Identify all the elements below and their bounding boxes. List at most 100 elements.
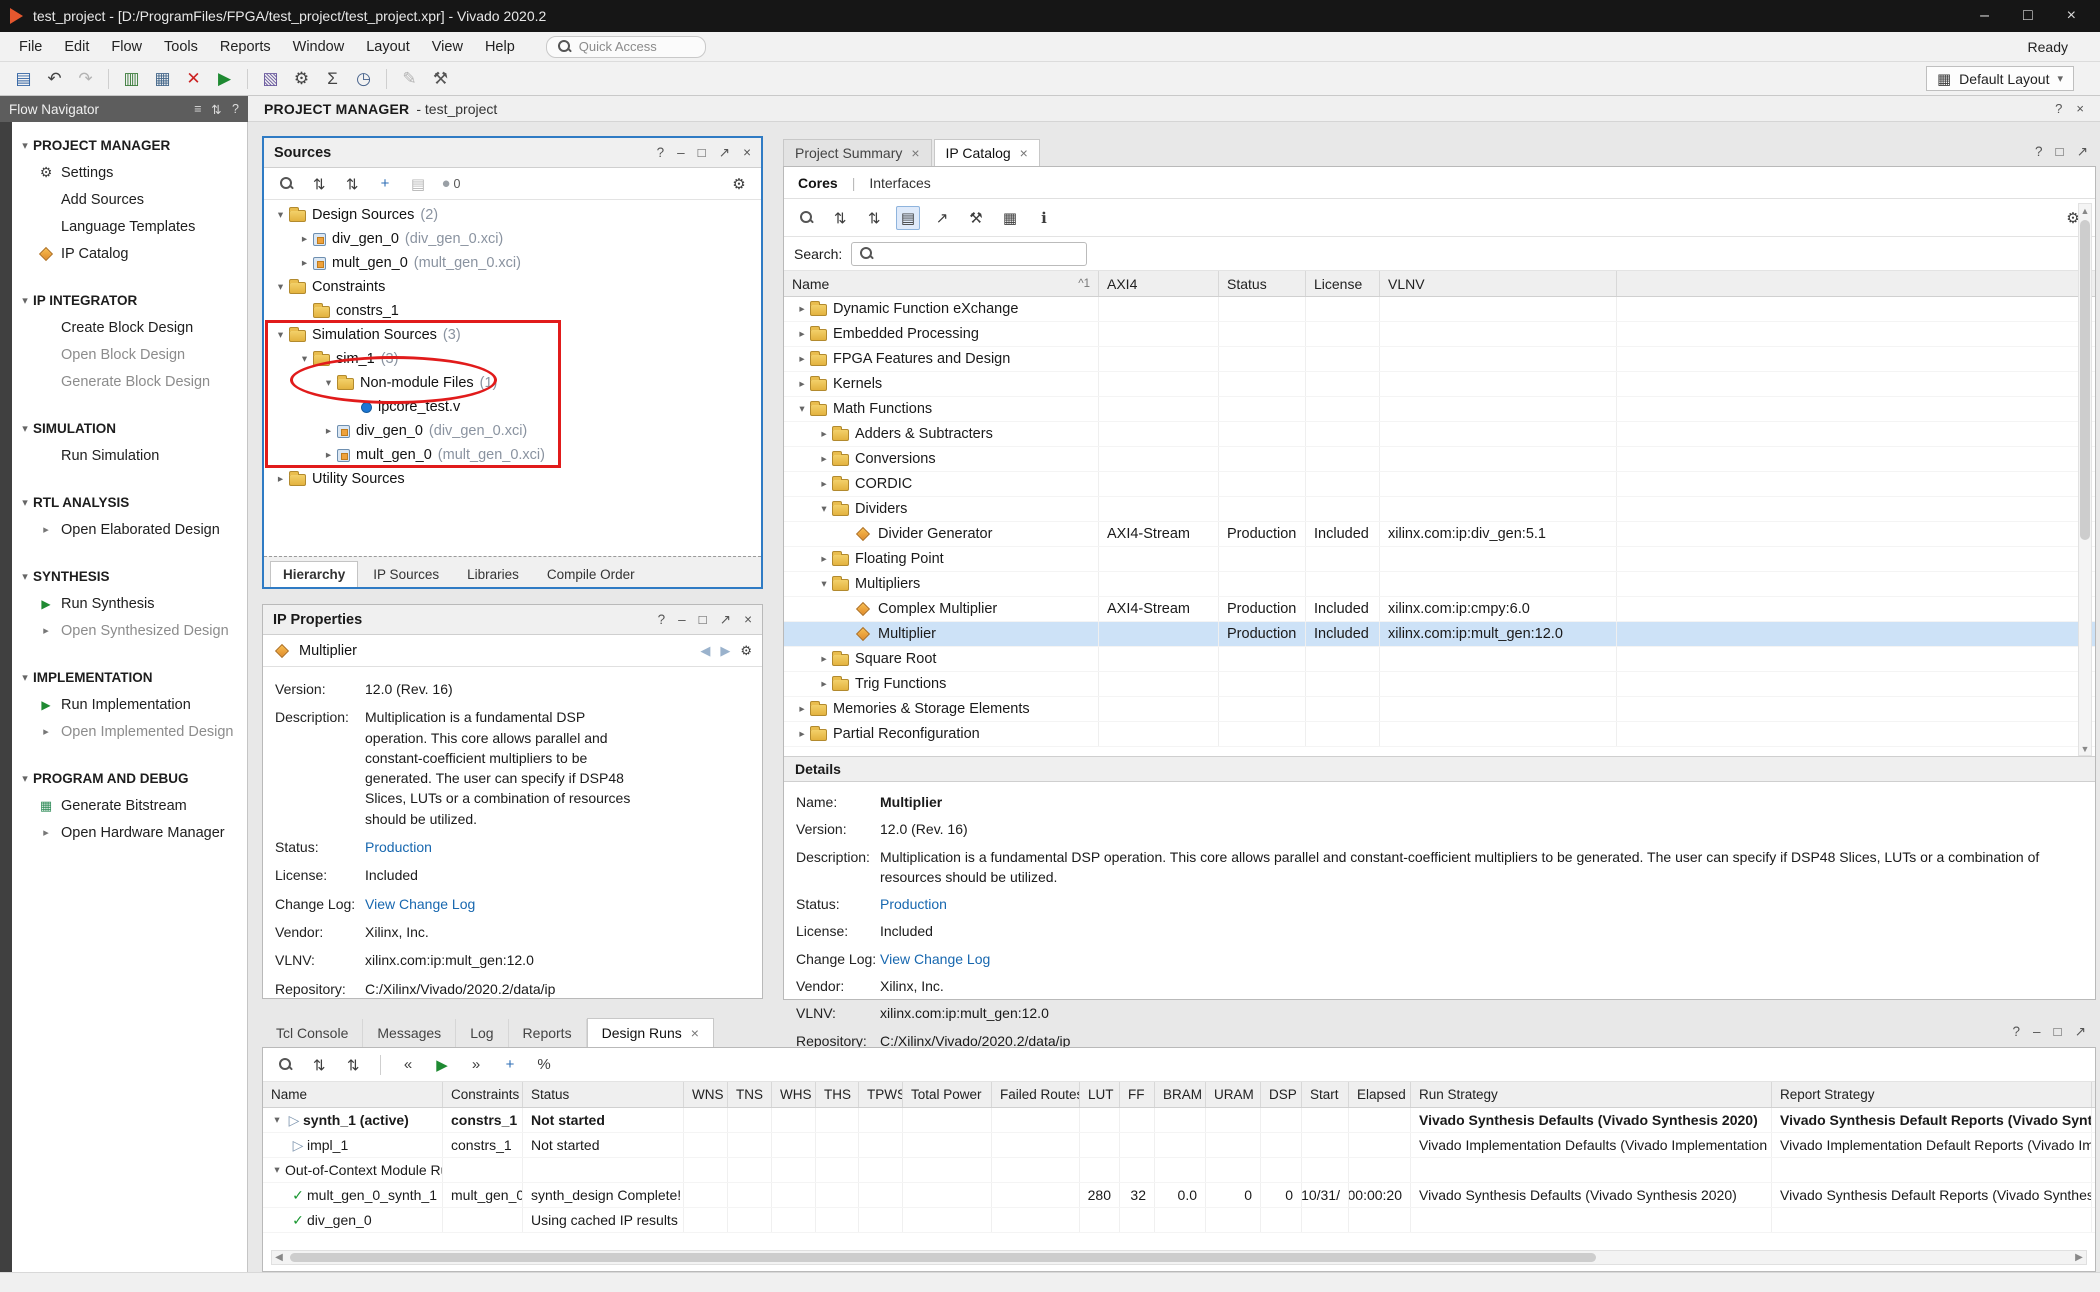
subtab-interfaces[interactable]: Interfaces (867, 175, 932, 191)
scrollbar-thumb[interactable] (2080, 220, 2090, 540)
chevron-right-icon[interactable]: ▸ (816, 428, 832, 440)
run-button[interactable]: ▶ (211, 66, 238, 92)
add-sources-button[interactable]: + (373, 172, 397, 196)
chevron-right-icon[interactable]: ▸ (816, 453, 832, 465)
help-icon[interactable]: ? (2035, 144, 2043, 160)
minimize-icon[interactable]: – (678, 612, 686, 628)
flow-item-open-synthesized-design[interactable]: ▸Open Synthesized Design (12, 617, 247, 644)
gear-icon[interactable]: ⚙ (740, 643, 752, 659)
chevron-right-icon[interactable]: ▸ (794, 378, 810, 390)
column-header-name[interactable]: Name^1 (784, 271, 1099, 296)
subtab-cores[interactable]: Cores (796, 175, 840, 191)
collapsed-panel-gutter[interactable] (0, 122, 12, 1272)
gear-icon[interactable]: ⚙ (727, 172, 751, 196)
chevron-down-icon[interactable]: ▾ (794, 403, 810, 415)
menu-icon[interactable]: ≡ (194, 102, 201, 117)
maximize-icon[interactable]: □ (2054, 1024, 2062, 1040)
tab-ip-sources[interactable]: IP Sources (360, 561, 452, 587)
catalog-item-divider-generator[interactable]: Divider GeneratorAXI4-StreamProductionIn… (784, 522, 2095, 547)
tab-compile-order[interactable]: Compile Order (534, 561, 648, 587)
chevron-down-icon[interactable]: ▾ (320, 377, 337, 389)
chevron-right-icon[interactable]: ▸ (296, 257, 313, 269)
chevron-right-icon[interactable]: ▸ (816, 478, 832, 490)
minimize-button[interactable]: – (1980, 7, 1989, 25)
flow-section-header[interactable]: ▾PROGRAM AND DEBUG (12, 765, 247, 792)
undo-button[interactable]: ↶ (41, 66, 68, 92)
column-header-start[interactable]: Start (1302, 1082, 1349, 1107)
field-value[interactable]: Production (365, 837, 637, 857)
menu-window[interactable]: Window (282, 35, 356, 59)
flow-item-create-block-design[interactable]: Create Block Design (12, 314, 247, 341)
column-header-vlnv[interactable]: VLNV (1380, 271, 1617, 296)
scroll-left-icon[interactable]: ◀ (272, 1251, 286, 1264)
column-header-license[interactable]: License (1306, 271, 1380, 296)
flow-section-header[interactable]: ▾IMPLEMENTATION (12, 664, 247, 691)
redo-button[interactable]: ↷ (72, 66, 99, 92)
column-header-ths[interactable]: THS (816, 1082, 859, 1107)
chevron-right-icon[interactable]: ▸ (816, 553, 832, 565)
float-icon[interactable]: ↗ (719, 145, 730, 161)
search-button[interactable] (273, 1053, 297, 1077)
chevron-down-icon[interactable]: ▾ (272, 281, 289, 293)
flow-item-settings[interactable]: ⚙Settings (12, 159, 247, 186)
settings-button[interactable]: ⚙ (288, 66, 315, 92)
flow-item-open-elaborated-design[interactable]: ▸Open Elaborated Design (12, 516, 247, 543)
quick-access-search[interactable]: Quick Access (546, 36, 706, 58)
column-header-whs[interactable]: WHS (772, 1082, 816, 1107)
float-icon[interactable]: ↗ (720, 612, 731, 628)
close-icon[interactable]: × (691, 1025, 699, 1041)
help-icon[interactable]: ? (657, 145, 665, 161)
group-by-category-button[interactable]: ▤ (896, 206, 920, 230)
column-header-tns[interactable]: TNS (728, 1082, 772, 1107)
source-item-mult-gen-0[interactable]: ▸mult_gen_0(mult_gen_0.xci) (264, 251, 761, 275)
chevron-right-icon[interactable]: ▸ (296, 233, 313, 245)
catalog-item-embedded-processing[interactable]: ▸Embedded Processing (784, 322, 2095, 347)
tab-messages[interactable]: Messages (363, 1019, 456, 1047)
reset-runs-button[interactable]: « (396, 1053, 420, 1077)
back-button[interactable]: ◀ (700, 643, 710, 659)
chevron-down-icon[interactable]: ▾ (272, 209, 289, 221)
source-item-constraints[interactable]: ▾Constraints (264, 275, 761, 299)
chevron-right-icon[interactable]: ▸ (320, 425, 337, 437)
chevron-right-icon[interactable]: ▸ (794, 728, 810, 740)
create-run-button[interactable]: + (498, 1053, 522, 1077)
column-header-dsp[interactable]: DSP (1261, 1082, 1302, 1107)
column-header-report-strategy[interactable]: Report Strategy (1772, 1082, 2092, 1107)
forward-button[interactable]: ▶ (720, 643, 730, 659)
catalog-item-dynamic-function-exchange[interactable]: ▸Dynamic Function eXchange (784, 297, 2095, 322)
flow-item-open-implemented-design[interactable]: ▸Open Implemented Design (12, 718, 247, 745)
tab-reports[interactable]: Reports (509, 1019, 587, 1047)
menu-edit[interactable]: Edit (53, 35, 100, 59)
collapse-all-button[interactable]: ⇄ (307, 172, 331, 196)
source-item-sim-1[interactable]: ▾sim_1(3) (264, 347, 761, 371)
catalog-item-multiplier[interactable]: MultiplierProductionIncludedxilinx.com:i… (784, 622, 2095, 647)
flow-section-header[interactable]: ▾SYNTHESIS (12, 563, 247, 590)
chevron-down-icon[interactable]: ▾ (816, 578, 832, 590)
updown-icon[interactable]: ⇄ (209, 104, 224, 114)
chevron-right-icon[interactable]: ▸ (794, 328, 810, 340)
catalog-item-fpga-features-and-design[interactable]: ▸FPGA Features and Design (784, 347, 2095, 372)
column-header-lut[interactable]: LUT (1080, 1082, 1120, 1107)
report-timing-button[interactable]: ◷ (350, 66, 377, 92)
tab-ip-catalog[interactable]: IP Catalog× (934, 139, 1040, 166)
menu-view[interactable]: View (421, 35, 474, 59)
skip-runs-button[interactable]: » (464, 1053, 488, 1077)
menu-layout[interactable]: Layout (355, 35, 421, 59)
float-icon[interactable]: ↗ (2077, 144, 2088, 160)
collapse-all-button[interactable]: ⇄ (828, 206, 852, 230)
flow-section-header[interactable]: ▾RTL ANALYSIS (12, 489, 247, 516)
chevron-right-icon[interactable]: ▸ (816, 678, 832, 690)
expand-all-button[interactable]: ⇄ (862, 206, 886, 230)
source-item-constrs-1[interactable]: constrs_1 (264, 299, 761, 323)
run-row-out-of-context-module-runs[interactable]: ▾Out-of-Context Module Runs (263, 1158, 2095, 1183)
close-icon[interactable]: × (1020, 145, 1028, 161)
column-header-name[interactable]: Name (263, 1082, 443, 1107)
column-header-run-strategy[interactable]: Run Strategy (1411, 1082, 1772, 1107)
minimize-icon[interactable]: – (677, 145, 685, 161)
expand-all-button[interactable]: ⇄ (340, 172, 364, 196)
tab-log[interactable]: Log (456, 1019, 508, 1047)
ip-settings-grid-button[interactable]: ▦ (998, 206, 1022, 230)
chevron-right-icon[interactable]: ▸ (272, 473, 289, 485)
flow-item-add-sources[interactable]: Add Sources (12, 186, 247, 213)
flow-item-language-templates[interactable]: Language Templates (12, 213, 247, 240)
